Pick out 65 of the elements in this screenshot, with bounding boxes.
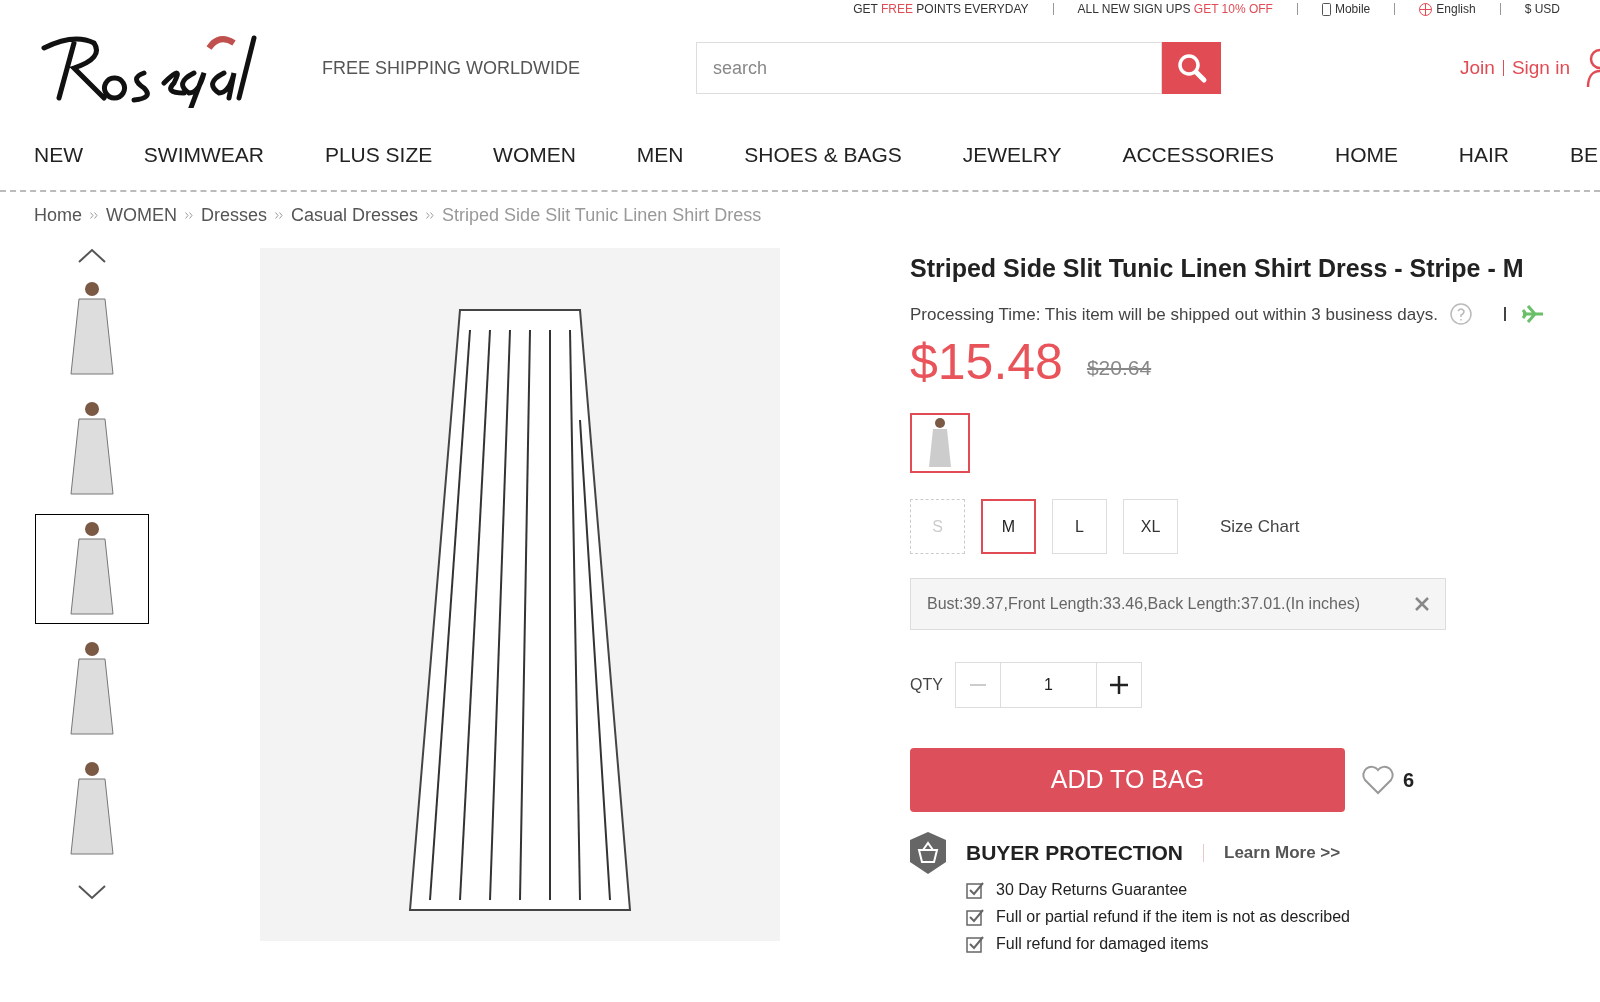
promo-link[interactable]: ALL NEW SIGN UPS GET 10% OFF (1077, 3, 1273, 15)
nav-link[interactable]: PLUS SIZE (324, 139, 433, 171)
nav-link[interactable]: JEWELRY (962, 139, 1062, 171)
nav-link[interactable]: HOME (1335, 139, 1398, 171)
increase-button[interactable] (1095, 662, 1142, 708)
learn-more-link[interactable]: Learn More >> (1224, 840, 1341, 866)
likes-count: 6 (1403, 768, 1415, 793)
promo-link[interactable]: English (1436, 3, 1476, 15)
original-price: $20.64 (1086, 354, 1152, 381)
search-field[interactable]: search (696, 42, 1163, 94)
product-title: Striped Side Slit Tunic Linen Shirt Dress - Stripe - M (910, 253, 1525, 284)
qty-field[interactable]: 1 (1000, 662, 1096, 708)
nav-link[interactable]: ACCESSORIES (1122, 139, 1275, 171)
size-option[interactable]: M (981, 499, 1036, 554)
promo-link[interactable]: $ USD (1524, 3, 1560, 15)
nav-link[interactable]: BE (1569, 139, 1598, 171)
airplane-icon (1521, 304, 1544, 325)
buyer-protection-title: BUYER PROTECTION (966, 840, 1183, 867)
double-chevron-icon (275, 211, 284, 219)
phone-icon (1321, 2, 1331, 16)
double-chevron-icon (90, 211, 98, 219)
minus-icon (969, 684, 986, 686)
qty-label: QTY (910, 675, 943, 695)
chevron-up-icon[interactable] (77, 248, 107, 264)
account-link[interactable]: Join (1460, 53, 1495, 83)
size-chart-link[interactable]: Size Chart (1220, 513, 1300, 540)
basket-shield-icon (910, 832, 946, 874)
search-icon (1175, 52, 1208, 84)
color-swatch[interactable] (910, 413, 970, 473)
checkbox-icon (966, 908, 984, 926)
promo-link[interactable]: GET FREE POINTS EVERYDAY (853, 3, 1029, 15)
search-button[interactable] (1162, 42, 1222, 94)
measurements-text: Bust:39.37,Front Length:33.46,Back Length:37.01.(In inches) (927, 594, 1361, 614)
user-icon[interactable] (1586, 47, 1600, 89)
globe-icon (1419, 2, 1433, 16)
nav-link[interactable]: WOMEN (493, 139, 576, 171)
nav-link[interactable]: MEN (636, 139, 684, 171)
heart-icon[interactable] (1361, 765, 1395, 795)
nav-link[interactable]: HAIR (1458, 139, 1510, 171)
guarantee-text: 30 Day Returns Guarantee (996, 880, 1188, 900)
double-chevron-icon (185, 211, 193, 219)
account-link[interactable]: Sign in (1511, 53, 1570, 83)
breadcrumb-link[interactable]: Casual Dresses (291, 201, 419, 229)
guarantee-text: Full or partial refund if the item is not as described (996, 907, 1350, 927)
promo-link[interactable]: Mobile (1334, 3, 1371, 15)
checkbox-icon (966, 881, 984, 899)
breadcrumb-link[interactable]: WOMEN (106, 201, 177, 229)
tagline: FREE SHIPPING WORLDWIDE (322, 56, 581, 80)
nav-link[interactable]: SHOES & BAGS (744, 139, 902, 171)
close-icon[interactable] (1415, 597, 1429, 611)
nav-link[interactable]: NEW (34, 139, 83, 171)
double-chevron-icon (426, 211, 435, 219)
chevron-down-icon[interactable] (77, 884, 107, 900)
breadcrumb-link[interactable]: Home (34, 201, 82, 229)
guarantee-text: Full refund for damaged items (996, 934, 1209, 954)
size-option[interactable]: XL (1123, 499, 1178, 554)
plus-icon (1109, 676, 1128, 694)
nav-link[interactable]: SWIMWEAR (143, 139, 264, 171)
breadcrumb-link[interactable]: Dresses (201, 201, 268, 229)
thumbnail[interactable] (35, 514, 149, 624)
size-option[interactable]: L (1052, 499, 1107, 554)
processing-time: Processing Time: This item will be shipped out within 3 business days. (910, 303, 1438, 326)
sale-price: $15.48 (910, 337, 1063, 387)
add-to-bag-button[interactable]: ADD TO BAG (910, 748, 1345, 812)
checkbox-icon (966, 935, 984, 953)
